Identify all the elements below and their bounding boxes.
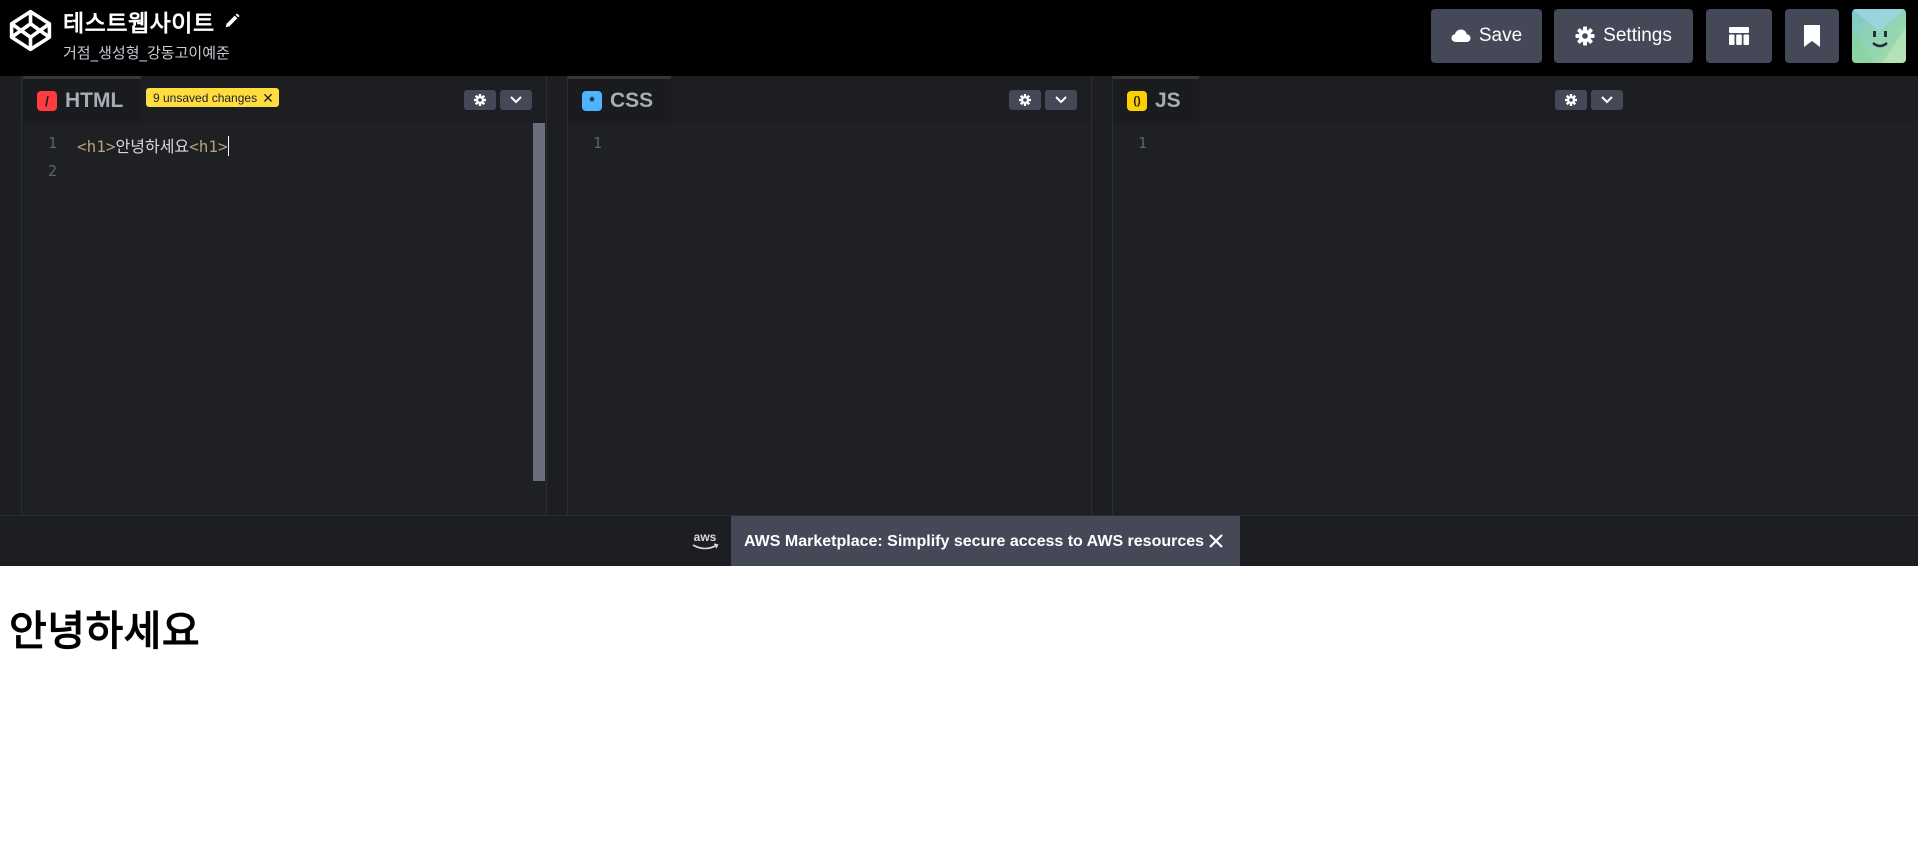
pen-author[interactable]: 거점_생성형_강동고이예준	[63, 42, 241, 63]
line-number: 1	[47, 134, 57, 152]
line-number: 1	[1137, 134, 1147, 152]
chevron-down-icon	[1601, 96, 1613, 104]
js-tab-label: JS	[1155, 89, 1181, 112]
close-icon[interactable]: ✕	[262, 91, 274, 105]
pencil-icon[interactable]	[223, 12, 241, 30]
html-editor-scrollbar[interactable]	[533, 123, 545, 481]
gear-icon	[1019, 94, 1031, 106]
js-code-editor[interactable]: 1	[1113, 123, 1918, 515]
html-tab-label: HTML	[65, 89, 124, 112]
gear-icon	[474, 94, 486, 106]
tab-css[interactable]: * CSS	[568, 76, 672, 123]
close-icon[interactable]	[1206, 531, 1226, 551]
css-settings-button[interactable]	[1009, 90, 1041, 110]
css-code-editor[interactable]: 1	[568, 123, 1091, 515]
save-button[interactable]: Save	[1431, 9, 1542, 63]
gear-icon	[1565, 94, 1577, 106]
html-code-editor[interactable]: 1 2 <h1>안녕하세요<h1>	[23, 123, 546, 515]
html-expand-button[interactable]	[500, 90, 532, 110]
code-text: 안녕하세요	[115, 137, 190, 156]
aws-logo-icon[interactable]: aws	[690, 530, 720, 554]
js-file-icon: ()	[1127, 91, 1147, 111]
layout-icon	[1729, 27, 1749, 45]
chevron-down-icon	[510, 96, 522, 104]
unsaved-changes-text: 9 unsaved changes	[153, 90, 258, 105]
tab-js[interactable]: () JS	[1113, 76, 1199, 123]
header-bar: 테스트웹사이트 거점_생성형_강동고이예준 Save Settings	[0, 0, 1918, 76]
line-number: 1	[592, 134, 602, 152]
js-editor-pane: () JS 1	[1113, 76, 1918, 515]
codepen-logo-icon[interactable]	[8, 8, 53, 53]
js-expand-button[interactable]	[1591, 90, 1623, 110]
bookmark-icon	[1804, 25, 1820, 47]
avatar-image	[1852, 9, 1906, 63]
js-pane-tools	[1555, 90, 1623, 110]
html-editor-pane: / HTML 9 unsaved changes ✕ 1 2 <h1>안녕하세요…	[23, 76, 546, 515]
left-gutter	[0, 76, 22, 515]
css-expand-button[interactable]	[1045, 90, 1077, 110]
css-pane-tools	[1009, 90, 1077, 110]
preview-heading: 안녕하세요	[9, 607, 201, 655]
aws-logo-text: aws	[694, 530, 717, 544]
code-line[interactable]: <h1>안녕하세요<h1>	[77, 133, 229, 157]
editor-area: / HTML 9 unsaved changes ✕ 1 2 <h1>안녕하세요…	[0, 76, 1918, 515]
settings-label: Settings	[1603, 25, 1672, 46]
code-close-tag: <h1>	[189, 137, 228, 156]
change-view-button[interactable]	[1706, 9, 1772, 63]
js-pane-header: () JS	[1113, 76, 1637, 123]
chevron-down-icon	[1055, 96, 1067, 104]
gear-icon	[1575, 26, 1595, 46]
css-file-icon: *	[582, 91, 602, 111]
line-number: 2	[47, 162, 57, 180]
tab-html[interactable]: / HTML	[23, 76, 142, 123]
save-label: Save	[1478, 25, 1523, 46]
css-editor-pane: * CSS 1	[568, 76, 1091, 515]
pen-title[interactable]: 테스트웹사이트	[63, 4, 215, 38]
pane-resizer[interactable]	[1091, 76, 1113, 515]
text-cursor	[227, 136, 229, 156]
html-settings-button[interactable]	[464, 90, 496, 110]
settings-button[interactable]: Settings	[1554, 9, 1693, 63]
bookmark-button[interactable]	[1785, 9, 1839, 63]
js-settings-button[interactable]	[1555, 90, 1587, 110]
html-file-icon: /	[37, 91, 57, 111]
pen-title-area: 테스트웹사이트 거점_생성형_강동고이예준	[63, 6, 241, 63]
avatar[interactable]	[1852, 9, 1906, 63]
unsaved-changes-badge[interactable]: 9 unsaved changes ✕	[146, 88, 279, 107]
ad-text[interactable]: AWS Marketplace: Simplify secure access …	[744, 533, 1204, 551]
ad-bar: aws AWS Marketplace: Simplify secure acc…	[0, 515, 1918, 567]
pane-resizer[interactable]	[546, 76, 568, 515]
css-pane-header: * CSS	[568, 76, 1091, 123]
html-pane-tools	[464, 90, 532, 110]
ad-banner[interactable]: AWS Marketplace: Simplify secure access …	[731, 516, 1240, 567]
result-preview[interactable]: 안녕하세요	[0, 566, 1918, 860]
css-tab-label: CSS	[610, 89, 654, 112]
html-pane-header: / HTML 9 unsaved changes ✕	[23, 76, 546, 123]
cloud-icon	[1451, 29, 1471, 42]
code-open-tag: <h1>	[77, 137, 116, 156]
